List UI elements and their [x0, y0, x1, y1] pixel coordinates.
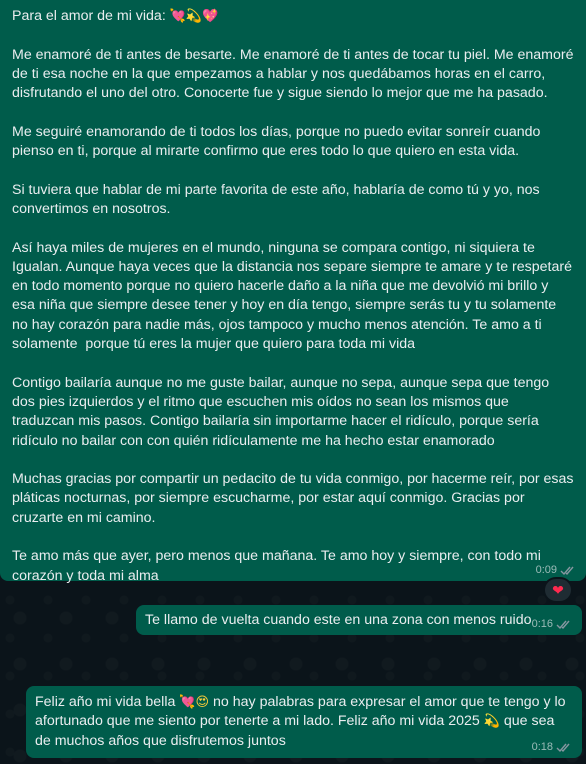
message-meta: 0:18 — [532, 742, 572, 753]
message-bubble-2[interactable]: Te llamo de vuelta cuando este en una zo… — [136, 605, 582, 635]
dizzy-star-icon: 💫 — [483, 713, 500, 729]
message-text: Feliz año mi vida bella 💘😍 no hay palabr… — [35, 694, 566, 749]
message-paragraph: Muchas gracias por compartir un pedacito… — [12, 471, 578, 526]
message-bubble-3[interactable]: Feliz año mi vida bella 💘😍 no hay palabr… — [26, 686, 582, 758]
message-text: Te llamo de vuelta cuando este en una zo… — [145, 612, 532, 628]
double-check-icon — [560, 566, 574, 576]
message-paragraph: Así haya miles de mujeres en el mundo, n… — [12, 239, 576, 353]
message-time: 0:09 — [535, 564, 557, 576]
cupid-heart-icon: 💘 — [169, 8, 186, 23]
message-paragraph: Contigo bailaría aunque no me guste bail… — [12, 374, 554, 449]
message-paragraph: Me enamoré de ti antes de besarte. Me en… — [12, 46, 578, 102]
message-meta: 0:09 — [536, 565, 576, 576]
message-bubble-1[interactable]: Para el amor de mi vida: 💘💫💖 Me enamoré … — [0, 0, 586, 584]
message-paragraph: Me seguiré enamorando de ti todos los dí… — [12, 123, 545, 160]
cupid-heart-icon: 💘 — [179, 694, 196, 709]
message-time: 0:16 — [531, 618, 553, 630]
sparkling-heart-icon: 💖 — [202, 8, 219, 23]
message-heading: Para el amor de mi vida: 💘💫💖 — [12, 8, 219, 24]
double-check-icon — [556, 620, 570, 630]
double-check-icon — [556, 743, 570, 753]
heart-reaction[interactable]: ❤ — [543, 577, 573, 603]
message-time: 0:18 — [531, 741, 553, 753]
red-heart-icon: ❤ — [552, 581, 564, 598]
message-paragraph: Si tuviera que hablar de mi parte favori… — [12, 181, 544, 217]
dizzy-star-icon: 💫 — [185, 8, 203, 23]
heart-eyes-icon: 😍 — [195, 694, 210, 709]
message-meta: 0:16 — [532, 619, 572, 630]
message-paragraph: Te amo más que ayer, pero menos que maña… — [12, 548, 545, 584]
